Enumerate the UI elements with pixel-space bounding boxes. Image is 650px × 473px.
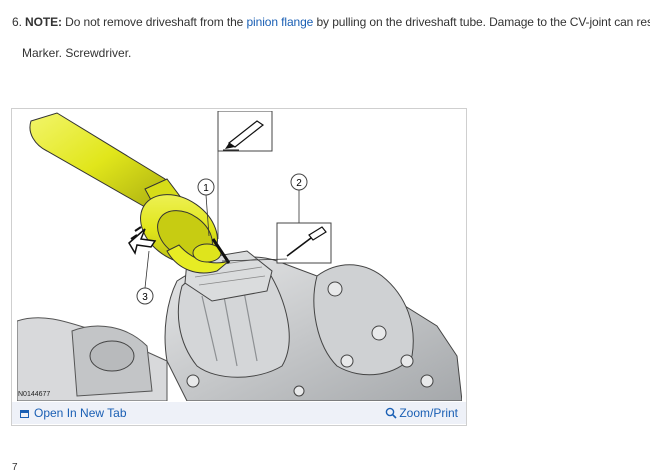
bolt-7 (293, 385, 305, 397)
callout-2-label: 2 (296, 178, 302, 189)
note-text-before: Do not remove driveshaft from the (65, 15, 244, 29)
next-step-number: 7 (12, 462, 18, 473)
zoom-print-label: Zoom/Print (399, 406, 458, 420)
callout-3-leader (144, 250, 150, 289)
figure-id: N0144677 (18, 391, 51, 398)
chassis-hole (89, 340, 135, 372)
note-text-after: by pulling on the driveshaft tube. Damag… (316, 15, 650, 29)
step-number: 6. (12, 15, 22, 29)
open-in-new-tab-label: Open In New Tab (34, 406, 127, 420)
driveshaft-tube (29, 112, 169, 212)
bolt-2 (371, 325, 387, 341)
figure-container: 1 2 3 N0144677 Open In New Tab Zoom/Prin… (11, 108, 467, 426)
bolt-5 (420, 374, 434, 388)
bolt-4 (400, 354, 414, 368)
tools-required: Marker. Screwdriver. (22, 46, 132, 60)
pinion-flange-link[interactable]: pinion flange (246, 15, 313, 29)
open-in-new-tab-button[interactable]: Open In New Tab (20, 406, 127, 420)
zoom-print-button[interactable]: Zoom/Print (385, 406, 458, 420)
magnifier-icon (386, 407, 397, 419)
callout-1-label: 1 (203, 183, 209, 194)
note-label: NOTE: (25, 15, 62, 29)
bolt-3 (340, 354, 354, 368)
driveshaft-illustration[interactable]: 1 2 3 (17, 111, 462, 401)
bolt-1 (327, 281, 343, 297)
bolt-6 (186, 374, 200, 388)
step-6-instruction: 6. NOTE: Do not remove driveshaft from t… (12, 14, 650, 30)
open-in-new-tab-icon (20, 410, 29, 418)
figure-toolbar: Open In New Tab Zoom/Print (12, 402, 466, 424)
callout-3-label: 3 (142, 292, 148, 303)
